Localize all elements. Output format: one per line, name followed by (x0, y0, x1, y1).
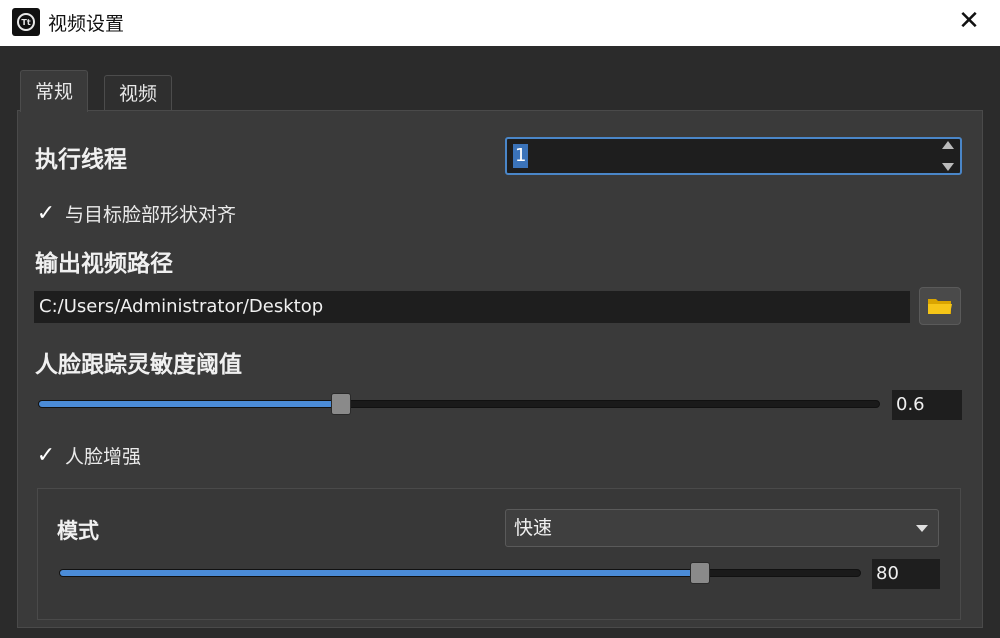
checkmark-icon[interactable]: ✓ (35, 201, 57, 226)
arrow-down-icon[interactable] (942, 163, 954, 171)
threads-spinbox[interactable]: 1 (505, 137, 962, 175)
tracking-slider-handle[interactable] (331, 393, 351, 415)
mode-dropdown[interactable]: 快速 (505, 509, 939, 547)
folder-icon (928, 299, 952, 314)
enhance-slider-handle[interactable] (690, 562, 710, 584)
app-logo-icon: Tt (12, 8, 40, 36)
enhance-slider-fill (60, 570, 700, 576)
output-path-field[interactable]: C:/Users/Administrator/Desktop (34, 291, 910, 323)
mode-selected-value: 快速 (514, 517, 553, 539)
tracking-threshold-value[interactable]: 0.6 (892, 390, 962, 420)
title-bar: Tt 视频设置 ✕ (0, 0, 1000, 46)
app-logo-text: Tt (17, 13, 35, 31)
face-enhance-label: 人脸增强 (65, 446, 142, 468)
face-enhance-checkbox[interactable]: ✓ 人脸增强 (35, 442, 141, 469)
arrow-up-icon[interactable] (942, 141, 954, 149)
enhance-strength-slider[interactable] (59, 562, 861, 584)
window-title: 视频设置 (48, 13, 125, 35)
tab-general[interactable]: 常规 (20, 70, 89, 112)
tab-video[interactable]: 视频 (104, 75, 173, 111)
threads-label: 执行线程 (35, 147, 127, 173)
chevron-down-icon (916, 525, 928, 532)
output-path-label: 输出视频路径 (35, 251, 173, 277)
tracking-threshold-label: 人脸跟踪灵敏度阈值 (35, 352, 242, 378)
close-button[interactable]: ✕ (954, 6, 984, 36)
tracking-slider-fill (39, 401, 341, 407)
enhance-options-group (37, 488, 961, 620)
checkmark-icon[interactable]: ✓ (35, 443, 57, 468)
threads-value[interactable]: 1 (513, 144, 529, 168)
mode-label: 模式 (57, 519, 99, 543)
align-face-label: 与目标脸部形状对齐 (65, 204, 237, 226)
browse-folder-button[interactable] (919, 287, 961, 325)
enhance-strength-value[interactable]: 80 (872, 559, 940, 589)
close-icon: ✕ (958, 6, 980, 36)
align-face-checkbox[interactable]: ✓ 与目标脸部形状对齐 (35, 200, 236, 227)
tracking-threshold-slider[interactable] (38, 393, 880, 415)
